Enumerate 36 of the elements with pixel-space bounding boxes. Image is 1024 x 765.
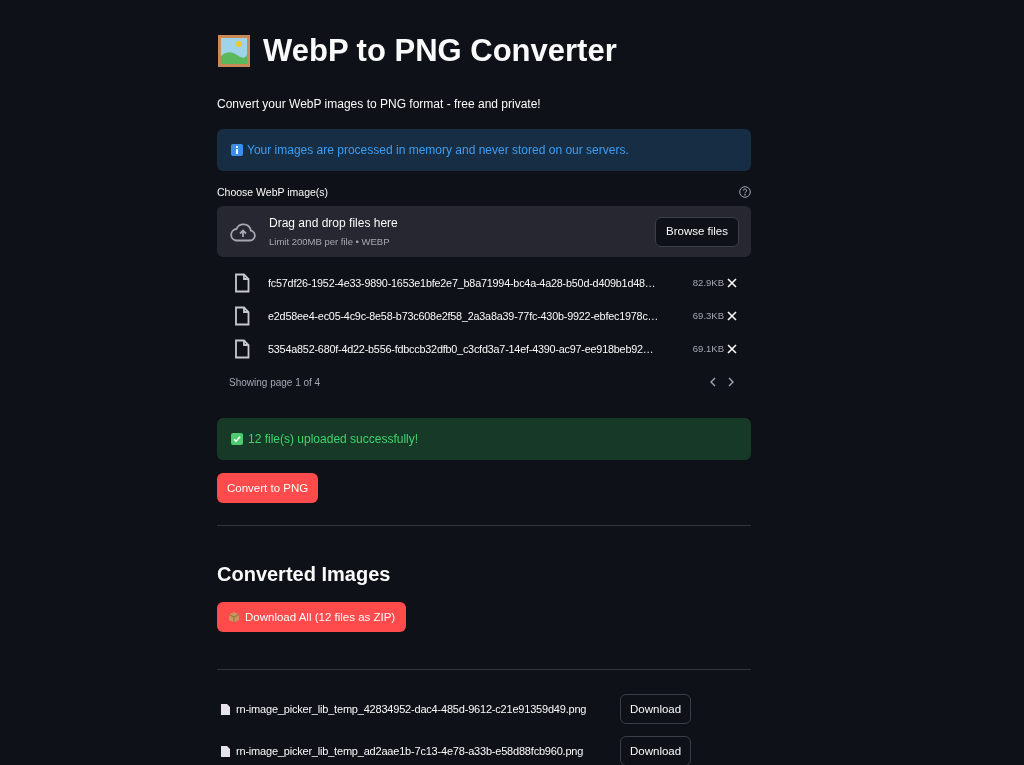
page-title: WebP to PNG Converter: [263, 32, 617, 70]
download-button[interactable]: Download: [620, 694, 692, 725]
drop-zone[interactable]: Drag and drop files here Limit 200MB per file • WEBP Browse files: [217, 206, 751, 258]
file-icon: [234, 338, 250, 359]
document-icon: [221, 703, 230, 715]
converted-file-name: rn-image_picker_lib_temp_42834952-dac4-485d-9612-c21e91359d49.png: [236, 702, 588, 717]
cloud-upload-icon: [229, 221, 257, 242]
info-message: Your images are processed in memory and never stored on our servers.: [247, 141, 629, 159]
file-name: fc57df26-1952-4e33-9890-1653e1bfe2e7_b8a71994-bc4a-4a28-b50d-d409b1d48…: [268, 275, 656, 291]
framed-picture-icon: [217, 34, 251, 69]
subtitle: Convert your WebP images to PNG format - free and private!: [217, 95, 542, 113]
file-name: e2d58ee4-ec05-4c9c-8e58-b73c608e2f58_2a3a8a39-77fc-430b-9922-ebfec1978c…: [268, 308, 659, 324]
chevron-left-icon[interactable]: [709, 377, 717, 388]
uploader-label: Choose WebP image(s): [217, 184, 329, 200]
file-size: 82.9KB: [692, 275, 724, 290]
pagination-text: Showing page 1 of 4: [229, 375, 321, 390]
info-icon: [231, 143, 243, 156]
file-limit-note: Limit 200MB per file • WEBP: [269, 235, 391, 250]
chevron-right-icon[interactable]: [727, 377, 735, 388]
close-icon[interactable]: [727, 343, 737, 354]
package-icon: [228, 611, 240, 624]
drop-instructions: Drag and drop files here: [269, 215, 398, 233]
checkbox-check-icon: [231, 433, 243, 446]
file-size: 69.3KB: [692, 308, 724, 323]
file-size: 69.1KB: [692, 341, 724, 356]
close-icon[interactable]: [727, 277, 737, 288]
close-icon[interactable]: [727, 310, 737, 321]
document-icon: [221, 745, 230, 757]
file-name: 5354a852-680f-4d22-b556-fdbccb32dfb0_c3cfd3a7-14ef-4390-ac97-ee918beb92…: [268, 341, 654, 357]
help-icon[interactable]: [739, 186, 751, 199]
converted-file-name: rn-image_picker_lib_temp_ad2aae1b-7c13-4e78-a33b-e58d88fcb960.png: [236, 744, 585, 759]
section-heading: Converted Images: [217, 562, 392, 588]
file-icon: [234, 272, 250, 293]
success-message: 12 file(s) uploaded successfully!: [248, 431, 419, 449]
file-icon: [234, 305, 250, 326]
browse-files-button[interactable]: Browse files: [655, 216, 739, 247]
